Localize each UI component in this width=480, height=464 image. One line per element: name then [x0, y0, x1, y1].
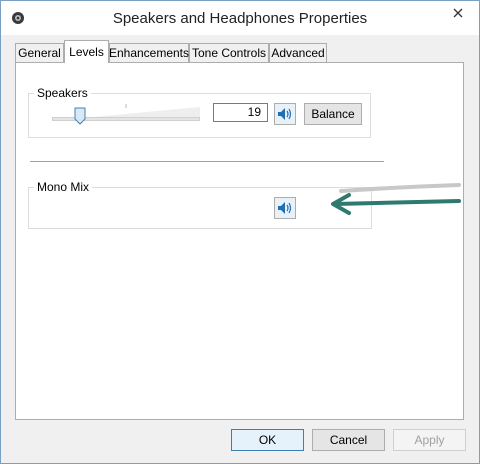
- cancel-button[interactable]: Cancel: [312, 429, 385, 451]
- window-title: Speakers and Headphones Properties: [112, 10, 368, 27]
- mono-mix-mute-button[interactable]: [274, 197, 296, 219]
- speakers-volume-slider[interactable]: [52, 103, 200, 125]
- speaker-icon: [278, 202, 292, 214]
- apply-button[interactable]: Apply: [393, 429, 466, 451]
- properties-window: Speakers and Headphones Properties Gener…: [0, 0, 480, 464]
- annotation-arrow-icon: [331, 183, 461, 215]
- tab-tone-controls[interactable]: Tone Controls: [189, 43, 269, 62]
- levels-panel: Speakers 19 Balance Mono Mix: [15, 62, 464, 420]
- mono-mix-label: Mono Mix: [34, 180, 93, 194]
- ok-button[interactable]: OK: [231, 429, 304, 451]
- speakers-label: Speakers: [34, 86, 91, 100]
- tab-advanced[interactable]: Advanced: [269, 43, 327, 62]
- close-button[interactable]: [445, 3, 471, 23]
- speakers-level-field[interactable]: 19: [213, 103, 268, 122]
- speakers-mute-button[interactable]: [274, 103, 296, 125]
- separator-line: [30, 161, 384, 162]
- speaker-icon: [278, 108, 292, 120]
- tab-enhancements[interactable]: Enhancements: [109, 43, 189, 62]
- tab-levels[interactable]: Levels: [64, 40, 109, 63]
- balance-button[interactable]: Balance: [304, 103, 362, 125]
- title-bar[interactable]: Speakers and Headphones Properties: [1, 1, 479, 35]
- tab-general[interactable]: General: [15, 43, 64, 62]
- close-icon: [453, 8, 463, 18]
- slider-thumb[interactable]: [74, 107, 86, 125]
